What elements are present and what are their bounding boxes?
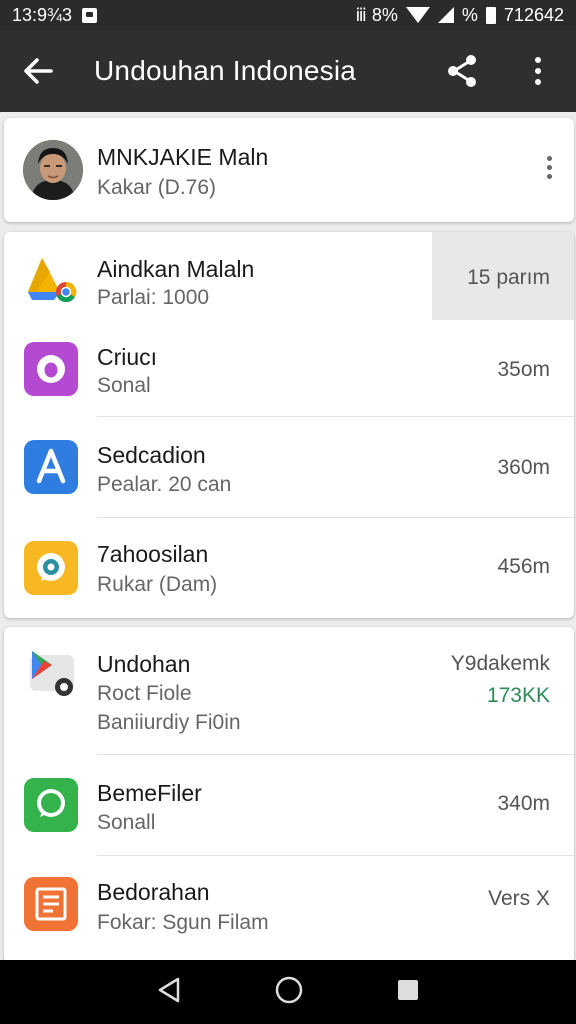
more-vert-icon [547, 156, 552, 179]
divider [97, 416, 574, 417]
profile-menu-button[interactable] [547, 156, 552, 179]
item-meta: Y9dakemk [450, 652, 550, 675]
item-meta: 456m [497, 555, 550, 578]
status-text-percent: % [461, 4, 478, 25]
avatar [23, 140, 83, 200]
status-bar: 13:9¾3 ⅲ 8% % 712642 [0, 0, 576, 30]
notification-icon [82, 7, 98, 23]
item-subtitle: Fokar: Sgun Filam [97, 911, 269, 934]
item-subtitle: Sonal [97, 374, 151, 397]
drive-chrome-icon [24, 252, 78, 306]
list-item[interactable]: Undohan Roct Fiole Baniiurdiy Fi0in Y9da… [4, 627, 574, 755]
nav-home-button[interactable] [274, 975, 304, 1010]
item-meta: 15 parım [467, 266, 550, 289]
list-item[interactable]: Criucı Sonal 35om [4, 320, 574, 417]
item-meta: Vers X [488, 887, 550, 910]
system-nav-bar [0, 960, 576, 1024]
item-title: Bedorahan [97, 879, 210, 905]
square-recents-icon [398, 979, 418, 1000]
arrow-left-icon [24, 58, 53, 84]
play-store-icon [24, 645, 78, 699]
share-icon [448, 55, 476, 87]
item-subtitle: Sonall [97, 811, 156, 834]
person-photo [23, 140, 83, 200]
status-text-battery-percent: ⅲ 8% [355, 4, 398, 25]
item-title: Criucı [97, 344, 158, 370]
wifi-icon [405, 7, 430, 23]
item-subtitle: Pealar. 20 can [97, 473, 232, 496]
more-vert-icon [535, 57, 541, 85]
divider [97, 855, 574, 856]
triangle-back-icon [158, 977, 180, 1002]
item-title: Aindkan Malaln [97, 256, 255, 282]
nav-recents-button[interactable] [396, 978, 420, 1007]
item-subtitle: Rukar (Dam) [97, 573, 218, 596]
page-title: Undouhan Indonesia [94, 55, 357, 86]
app-list-card-2: Undohan Roct Fiole Baniiurdiy Fi0in Y9da… [4, 627, 574, 963]
divider [97, 754, 574, 755]
list-item[interactable]: Aindkan Malaln Parlai: 1000 15 parım [4, 232, 574, 320]
app-store-icon [24, 440, 78, 494]
battery-icon [485, 6, 496, 24]
circle-home-icon [275, 976, 303, 1003]
item-subtitle: Roct Fiole [97, 682, 192, 705]
overflow-menu-button[interactable] [500, 30, 576, 112]
item-title: BemeFiler [97, 780, 202, 806]
list-item[interactable]: Sedcadion Pealar. 20 can 360m [4, 418, 574, 518]
item-title: Undohan [97, 651, 191, 677]
status-time: 13:9¾3 [12, 4, 73, 25]
item-meta: 360m [497, 456, 550, 479]
profile-card[interactable]: MNKJAKIE Maln Kakar (D.76) [4, 118, 574, 222]
list-item[interactable]: Bedorahan Fokar: Sgun Filam Vers X [4, 857, 574, 963]
item-meta: 35om [497, 358, 550, 381]
message-icon [24, 778, 78, 832]
back-button[interactable] [0, 30, 76, 112]
status-text-clock: 712642 [503, 4, 564, 25]
divider [97, 517, 574, 518]
list-item[interactable]: 7ahoosilan Rukar (Dam) 456m [4, 519, 574, 618]
item-meta-green: 173KK [486, 684, 550, 707]
item-title: Sedcadion [97, 442, 206, 468]
share-button[interactable] [424, 30, 500, 112]
document-icon [24, 877, 78, 931]
chat-bubble-icon [24, 541, 78, 595]
profile-name: MNKJAKIE Maln [97, 144, 269, 170]
app-bar: Undouhan Indonesia [0, 30, 576, 112]
item-subtitle: Parlai: 1000 [97, 286, 210, 309]
app-list-card-1: Aindkan Malaln Parlai: 1000 15 parım Cri… [4, 232, 574, 618]
item-meta: 340m [497, 792, 550, 815]
list-item[interactable]: BemeFiler Sonall 340m [4, 756, 574, 856]
nav-back-button[interactable] [156, 976, 182, 1009]
purple-app-icon [24, 342, 78, 396]
item-subtitle-2: Baniiurdiy Fi0in [97, 711, 241, 734]
profile-subtitle: Kakar (D.76) [97, 176, 217, 199]
item-title: 7ahoosilan [97, 541, 209, 567]
signal-icon [437, 7, 454, 23]
